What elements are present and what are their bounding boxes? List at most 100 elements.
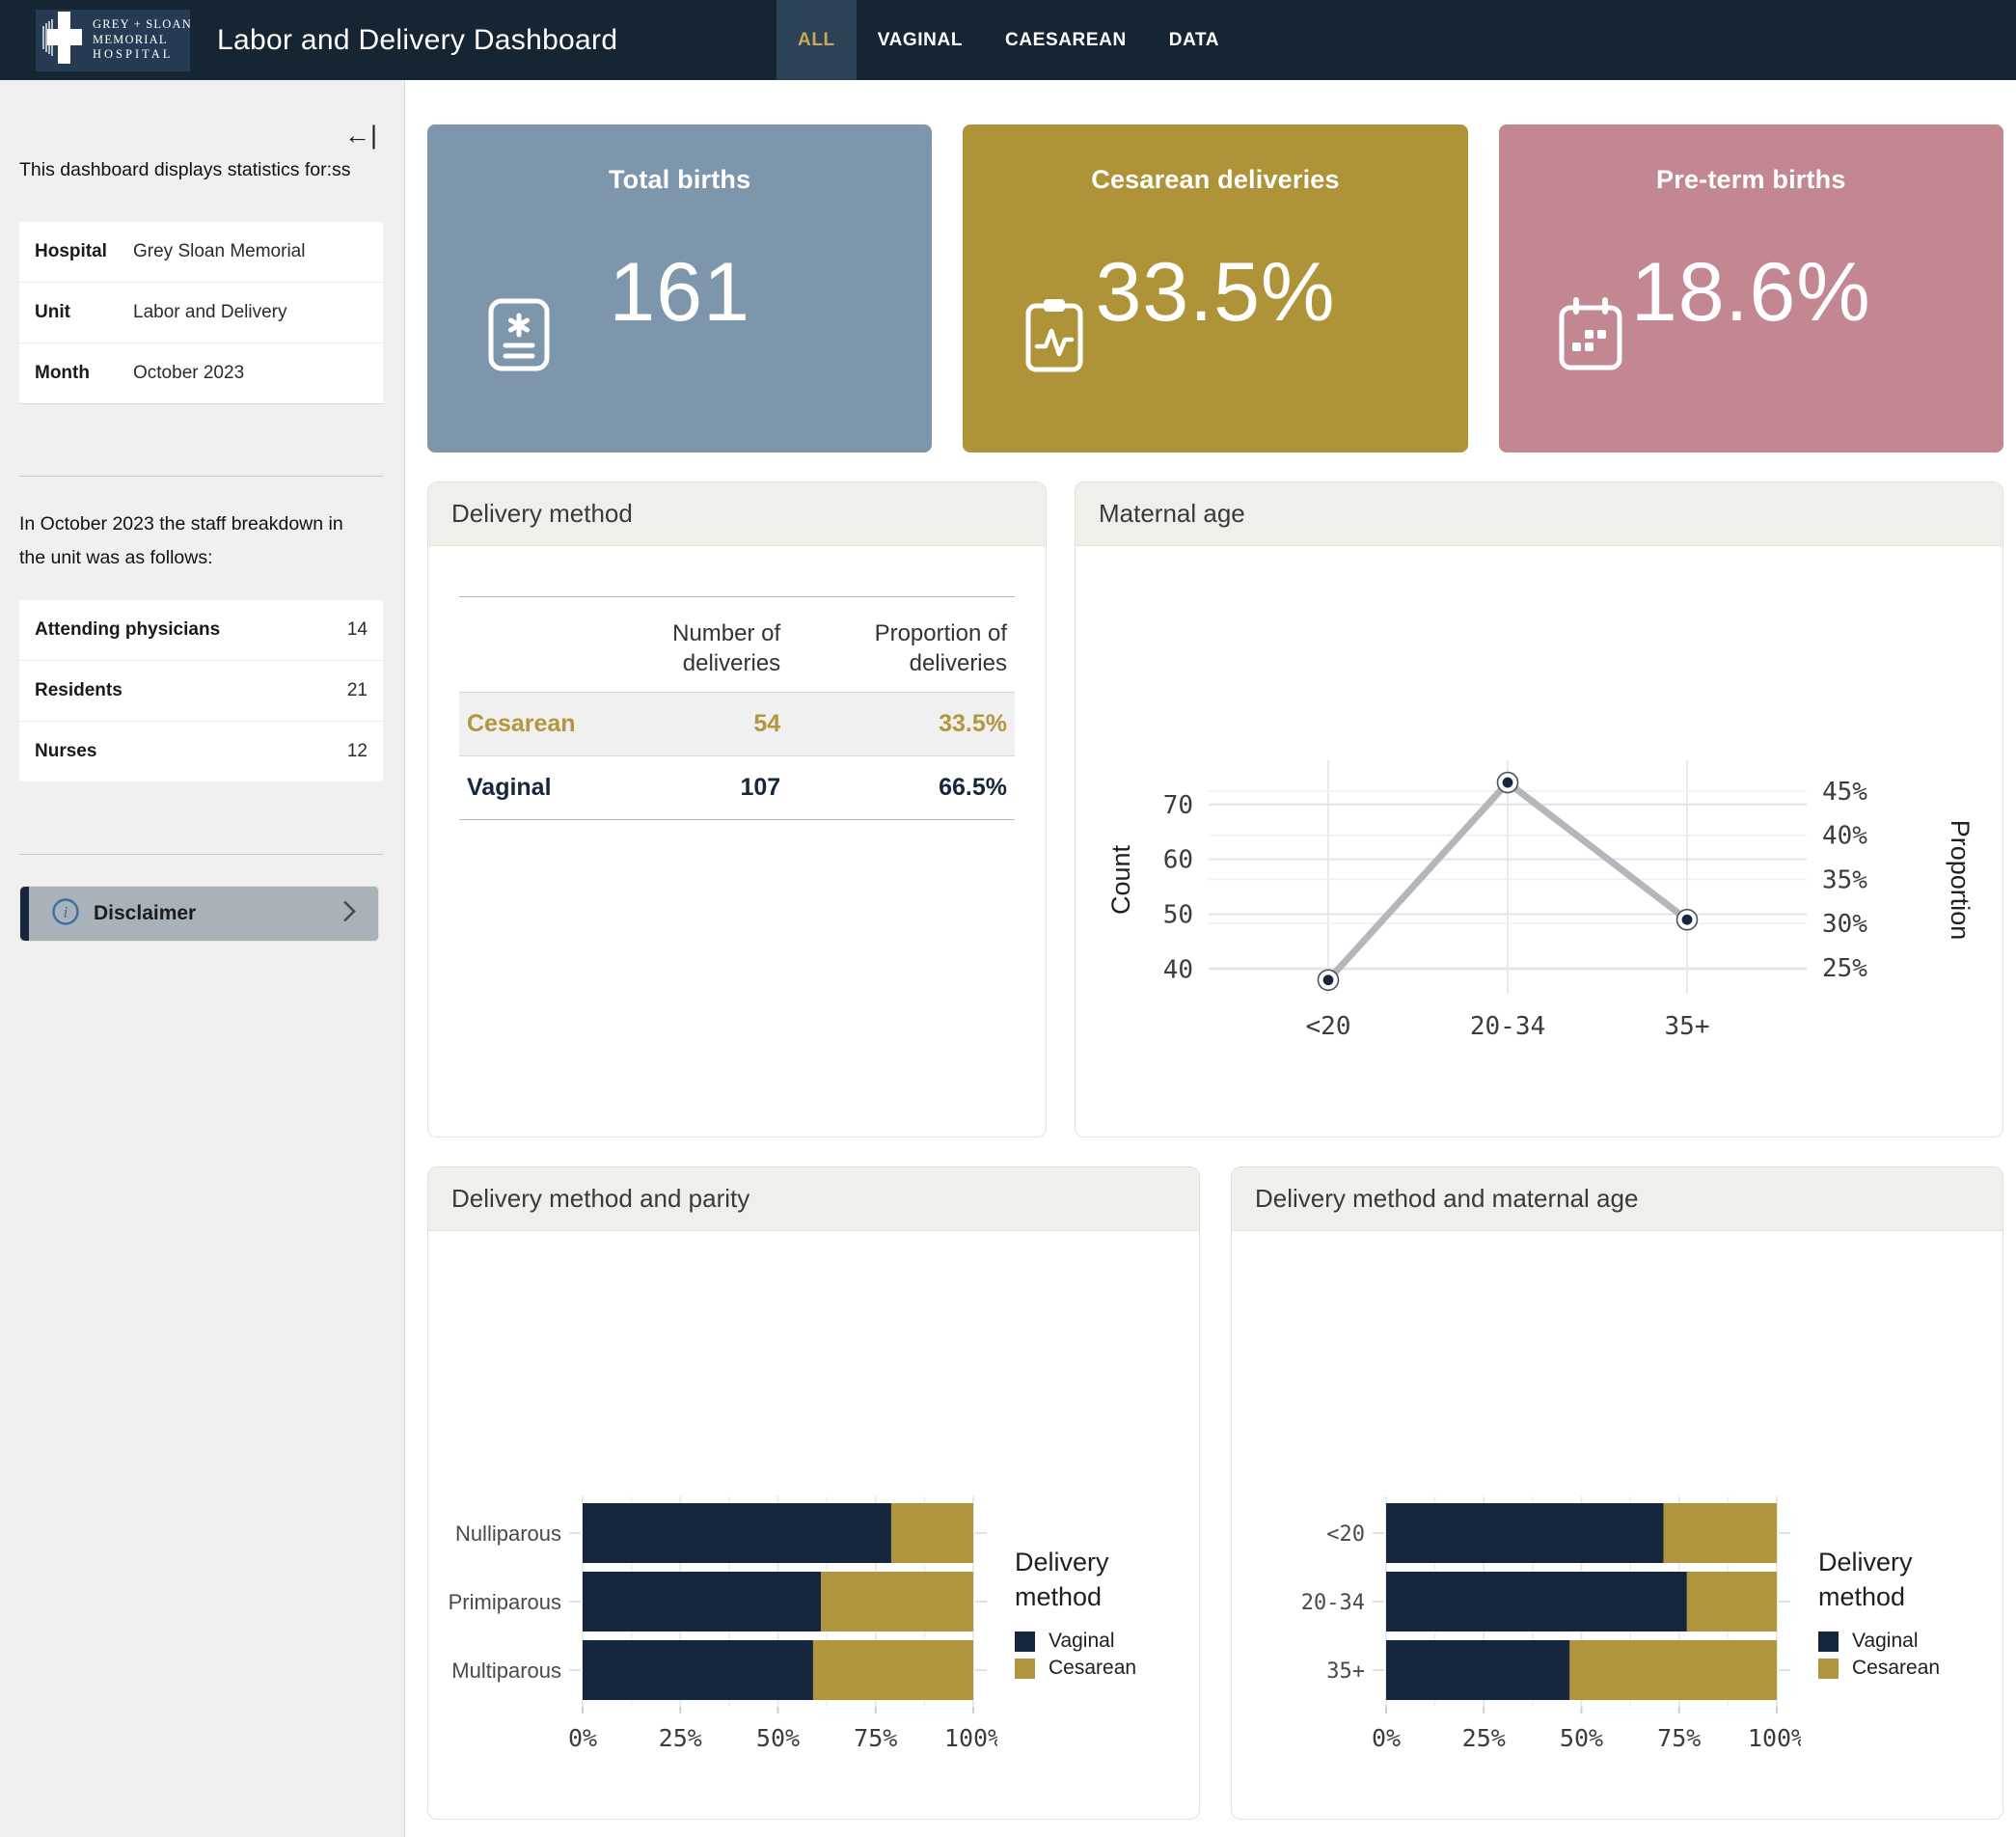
svg-text:50%: 50% — [756, 1724, 800, 1752]
svg-text:50%: 50% — [1560, 1724, 1603, 1752]
svg-text:30%: 30% — [1822, 910, 1867, 939]
delivery-maternal-age-card: Delivery method and maternal age <20 20-3… — [1231, 1166, 2003, 1820]
card-title: Delivery method — [451, 499, 633, 528]
top-nav-bar: GREY + SLOAN MEMORIAL HOSPITAL Labor and… — [0, 0, 2016, 80]
tab-all[interactable]: ALL — [776, 0, 857, 80]
staff-intro-text: In October 2023 the staff breakdown in t… — [19, 507, 367, 575]
vaginal-swatch — [1015, 1631, 1035, 1652]
card-title: Delivery method and parity — [451, 1184, 749, 1213]
svg-text:35+: 35+ — [1326, 1659, 1365, 1684]
tab-caesarean[interactable]: CAESAREAN — [984, 0, 1148, 80]
parity-stacked-bar-chart: NulliparousPrimiparousMultiparous0%25%50… — [438, 1490, 997, 1769]
staff-row-residents: Residents 21 — [19, 661, 383, 722]
calendar-icon — [1553, 296, 1628, 378]
dashboard-info-table: Hospital Grey Sloan Memorial Unit Labor … — [19, 222, 383, 404]
staff-row-nurses: Nurses 12 — [19, 722, 383, 782]
delivery-method-card: Delivery method Number of deliveries Pro… — [427, 481, 1047, 1138]
legend-title: Delivery method — [1015, 1545, 1140, 1615]
col-header-proportion: Proportion of deliveries — [788, 597, 1015, 693]
col-header-number: Number of deliveries — [584, 597, 789, 693]
card-title: Maternal age — [1099, 499, 1245, 528]
dashboard-app: GREY + SLOAN MEMORIAL HOSPITAL Labor and… — [0, 0, 2016, 1837]
svg-text:i: i — [64, 903, 68, 921]
svg-text:25%: 25% — [659, 1724, 702, 1752]
card-header: Maternal age — [1076, 482, 2002, 546]
kpi-card-cesarean-deliveries: Cesarean deliveries 33.5% — [963, 124, 1467, 452]
disclaimer-label: Disclaimer — [94, 902, 196, 925]
svg-text:35+: 35+ — [1665, 1012, 1710, 1041]
svg-text:100%: 100% — [944, 1724, 997, 1752]
maternal-age-card: Maternal age 25%30%35%40%45%40506070<202… — [1075, 481, 2003, 1138]
delivery-parity-chart: NulliparousPrimiparousMultiparous0%25%50… — [428, 1231, 1199, 1769]
info-row-month: Month October 2023 — [19, 343, 383, 404]
svg-text:70: 70 — [1163, 791, 1193, 820]
table-row-cesarean: Cesarean 54 33.5% — [459, 693, 1015, 756]
chevron-right-icon — [341, 899, 357, 929]
sidebar: ←| This dashboard displays statistics fo… — [0, 80, 405, 1837]
svg-text:Proportion: Proportion — [1946, 820, 1975, 941]
legend-title: Delivery method — [1818, 1545, 1944, 1615]
delivery-method-table: Number of deliveries Proportion of deliv… — [459, 596, 1015, 820]
staff-table: Attending physicians 14 Residents 21 Nur… — [19, 600, 383, 782]
svg-text:Count: Count — [1106, 844, 1135, 915]
kpi-title: Total births — [427, 165, 932, 195]
age-method-stacked-bar-chart: <2020-3435+0%25%50%75%100% — [1241, 1490, 1801, 1769]
tab-vaginal[interactable]: VAGINAL — [857, 0, 984, 80]
svg-text:<20: <20 — [1326, 1522, 1365, 1547]
svg-text:75%: 75% — [1657, 1724, 1701, 1752]
hospital-logo: GREY + SLOAN MEMORIAL HOSPITAL — [36, 10, 190, 71]
svg-text:40%: 40% — [1822, 822, 1867, 851]
birth-certificate-icon — [481, 296, 557, 378]
staff-row-attending: Attending physicians 14 — [19, 600, 383, 661]
info-row-unit: Unit Labor and Delivery — [19, 283, 383, 343]
tab-data[interactable]: DATA — [1148, 0, 1240, 80]
kpi-title: Pre-term births — [1499, 165, 2003, 195]
cesarean-swatch — [1015, 1659, 1035, 1679]
nav-tabs: ALL VAGINAL CAESAREAN DATA — [776, 0, 1240, 80]
bottom-row: Delivery method and parity Nulliparous Pr… — [427, 1166, 2003, 1820]
kpi-card-total-births: Total births — [427, 124, 932, 452]
svg-text:25%: 25% — [1462, 1724, 1506, 1752]
svg-text:25%: 25% — [1822, 954, 1867, 983]
card-title: Delivery method and maternal age — [1255, 1184, 1638, 1213]
delivery-maternal-age-chart: <2020-3435+0%25%50%75%100% Delivery meth… — [1232, 1231, 2002, 1769]
sidebar-intro-text: This dashboard displays statistics for:s… — [19, 153, 376, 187]
info-row-hospital: Hospital Grey Sloan Memorial — [19, 222, 383, 283]
card-header: Delivery method and parity — [428, 1167, 1199, 1231]
middle-row: Delivery method Number of deliveries Pro… — [427, 481, 2003, 1138]
kpi-card-preterm-births: Pre-term births — [1499, 124, 2003, 452]
svg-text:60: 60 — [1163, 846, 1193, 875]
svg-text:50: 50 — [1163, 901, 1193, 930]
svg-text:40: 40 — [1163, 955, 1193, 984]
chart-legend: Delivery method Vaginal Cesarean — [1015, 1545, 1140, 1681]
card-header: Delivery method and maternal age — [1232, 1167, 2002, 1231]
main-content: Total births — [405, 80, 2016, 1837]
clipboard-pulse-icon — [1017, 296, 1092, 378]
chart-legend: Delivery method Vaginal Cesarean — [1818, 1545, 1944, 1681]
hospital-logo-text: GREY + SLOAN MEMORIAL HOSPITAL — [93, 17, 192, 63]
svg-text:100%: 100% — [1748, 1724, 1801, 1752]
table-row-vaginal: Vaginal 107 66.5% — [459, 756, 1015, 820]
svg-text:75%: 75% — [854, 1724, 897, 1752]
vaginal-swatch — [1818, 1631, 1839, 1652]
legend-item-cesarean: Cesarean — [1818, 1657, 1944, 1680]
svg-text:Primiparous: Primiparous — [449, 1590, 561, 1614]
svg-text:Multiparous: Multiparous — [451, 1659, 561, 1683]
sidebar-collapse-icon[interactable]: ←| — [344, 123, 377, 149]
maternal-age-chart: 25%30%35%40%45%40506070<2020-3435+CountP… — [1076, 546, 2002, 1055]
legend-item-vaginal: Vaginal — [1015, 1630, 1140, 1653]
legend-item-cesarean: Cesarean — [1015, 1657, 1140, 1680]
maternal-age-line-chart: 25%30%35%40%45%40506070<2020-3435+CountP… — [1101, 751, 1988, 1050]
sidebar-divider-2 — [19, 854, 383, 855]
svg-text:Nulliparous: Nulliparous — [455, 1522, 561, 1546]
svg-text:35%: 35% — [1822, 865, 1867, 894]
card-header: Delivery method — [428, 482, 1046, 546]
svg-text:20-34: 20-34 — [1470, 1012, 1545, 1041]
hospital-cross-icon — [41, 11, 86, 69]
cesarean-swatch — [1818, 1659, 1839, 1679]
info-icon: i — [51, 897, 80, 931]
disclaimer-accent-bar — [20, 887, 29, 941]
svg-text:20-34: 20-34 — [1301, 1591, 1365, 1615]
disclaimer-button[interactable]: i Disclaimer — [19, 886, 379, 942]
kpi-title: Cesarean deliveries — [963, 165, 1467, 195]
